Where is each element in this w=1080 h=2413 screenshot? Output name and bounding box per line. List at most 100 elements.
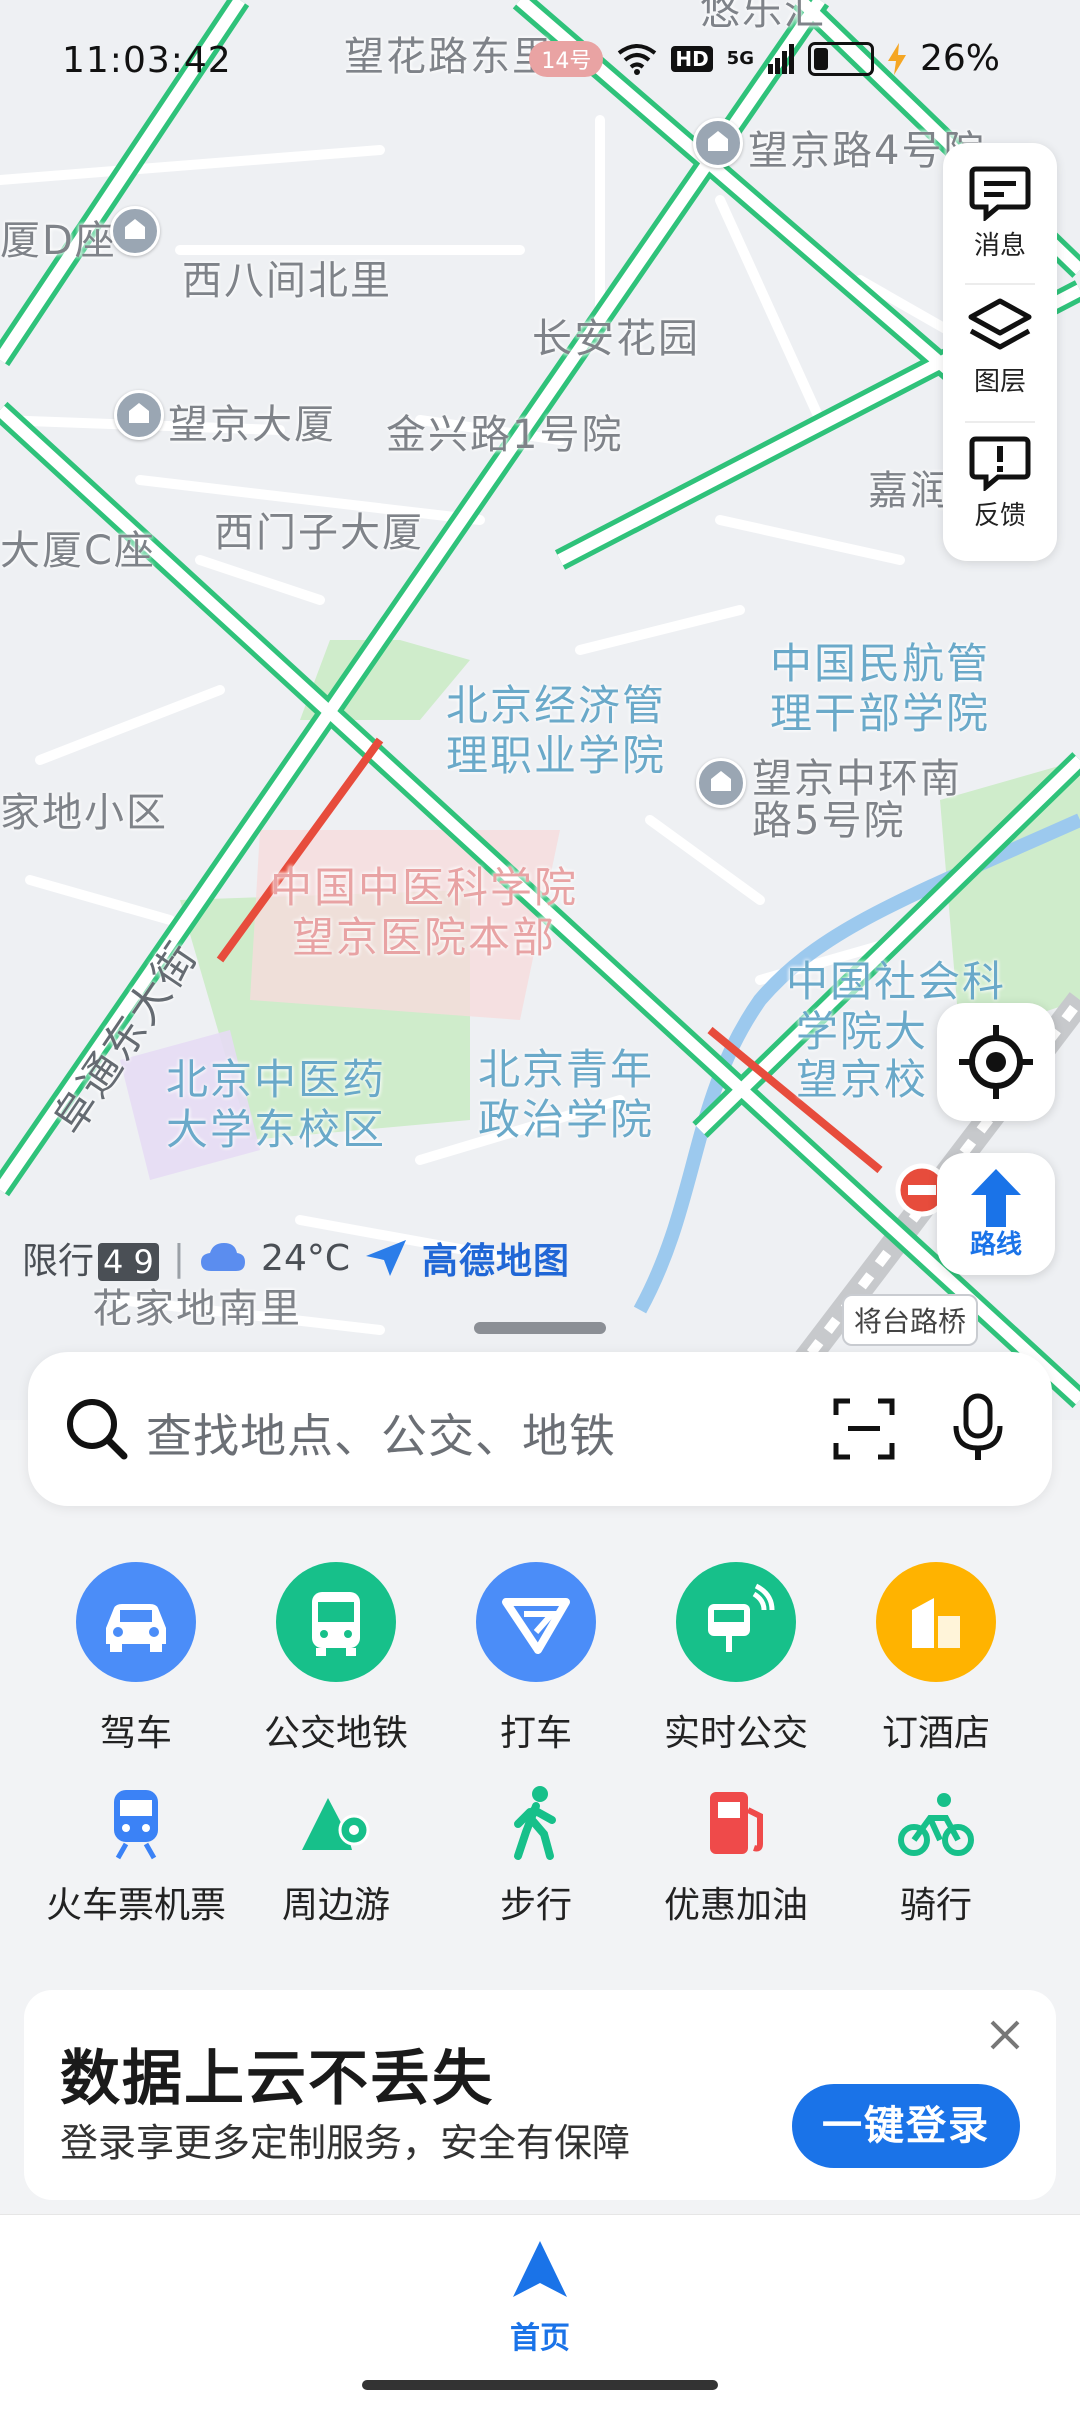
brand-logo: 高德地图 [422, 1241, 571, 1282]
messages-button[interactable]: 消息 [943, 165, 1057, 262]
quick-action-bus-subway[interactable]: 公交地铁 [236, 1562, 436, 1756]
map-label: 长安花园 [532, 316, 700, 362]
quick-action-walk[interactable]: 步行 [436, 1784, 636, 1928]
messages-label: 消息 [973, 231, 1026, 261]
status-time: 11:03:42 [62, 40, 232, 81]
quick-action-label: 打车 [499, 1713, 572, 1754]
signal-label: 5G [726, 48, 754, 69]
battery-percent: 26% [919, 38, 1000, 79]
map-label: 西八间北里 [182, 258, 392, 304]
quick-action-fuel[interactable]: 优惠加油 [636, 1784, 836, 1928]
route-button[interactable]: 路线 [937, 1153, 1055, 1275]
search-bar[interactable]: 查找地点、公交、地铁 [28, 1352, 1052, 1506]
quick-action-label: 步行 [499, 1885, 572, 1926]
message-icon [969, 166, 1031, 221]
divider: | [172, 1237, 186, 1279]
close-icon[interactable] [982, 2012, 1028, 2058]
map-label: 大学东校区 [166, 1105, 387, 1154]
navigation-arrow-icon [513, 2241, 567, 2297]
quick-action-label: 优惠加油 [663, 1885, 808, 1926]
map-label: 金兴路1号院 [386, 412, 624, 458]
map-label: 望京大厦 [168, 402, 336, 448]
restriction-label: 限行 [22, 1241, 95, 1282]
feedback-button[interactable]: 反馈 [943, 435, 1057, 532]
restriction-numbers: 4 9 [98, 1243, 159, 1281]
signal-bars-icon [767, 43, 794, 74]
hotel-icon [876, 1562, 996, 1682]
quick-action-label: 实时公交 [663, 1713, 808, 1754]
tab-home[interactable]: 首页 [500, 2237, 580, 2357]
layers-icon [968, 298, 1032, 350]
search-placeholder: 查找地点、公交、地铁 [146, 1409, 616, 1463]
locate-icon [959, 1025, 1033, 1099]
login-card-title: 数据上云不丢失 [60, 2044, 494, 2114]
feedback-label: 反馈 [973, 501, 1026, 531]
status-bar: 11:03:42 14号 HD 5G 26% [0, 0, 1080, 110]
poi-pin-icon[interactable] [693, 118, 743, 168]
temperature: 24°C [261, 1237, 350, 1279]
gesture-bar[interactable] [362, 2380, 718, 2390]
map-label: 西门子大厦 [214, 510, 424, 556]
drag-handle[interactable] [474, 1322, 606, 1334]
fuel-icon [696, 1784, 776, 1864]
restriction-info[interactable]: 限行 4 9 [22, 1232, 159, 1284]
login-card-subtitle: 登录享更多定制服务，安全有保障 [60, 2121, 631, 2165]
map-label: 政治学院 [478, 1095, 655, 1144]
map-view[interactable]: 望花路东里 悠乐汇 望京路4号院 厦D座 西八间北里 长安花园 望京大厦 金兴路… [0, 0, 1080, 1420]
scan-icon[interactable] [832, 1397, 896, 1461]
poi-pin-icon[interactable] [110, 206, 160, 256]
hd-icon: HD [671, 45, 713, 72]
map-label: 理干部学院 [770, 689, 991, 738]
map-label: 家地小区 [0, 790, 168, 836]
locate-button[interactable] [937, 1003, 1055, 1121]
map-info-bar: 限行 4 9 | 24°C 高德地图 [22, 1232, 570, 1284]
nearby-travel-icon [296, 1784, 376, 1864]
network-badge: 14号 [529, 40, 604, 77]
road-name-chip: 将台路桥 [842, 1294, 979, 1346]
bus-icon [276, 1562, 396, 1682]
battery-icon [807, 41, 874, 76]
quick-action-bike[interactable]: 骑行 [836, 1784, 1036, 1928]
map-label: 嘉润 [868, 468, 952, 514]
cloud-icon [201, 1243, 246, 1271]
quick-action-label: 订酒店 [881, 1713, 990, 1754]
quick-action-train-flight[interactable]: 火车票机票 [36, 1784, 236, 1928]
walk-icon [496, 1784, 576, 1864]
quick-action-label: 公交地铁 [263, 1713, 408, 1754]
login-promo-card: 数据上云不丢失 登录享更多定制服务，安全有保障 一键登录 [24, 1990, 1056, 2200]
map-label: 厦D座 [0, 218, 117, 264]
quick-action-label: 骑行 [899, 1885, 972, 1926]
taxi-icon [476, 1562, 596, 1682]
poi-pin-icon[interactable] [696, 758, 746, 808]
train-icon [96, 1784, 176, 1864]
microphone-icon[interactable] [950, 1392, 1006, 1464]
quick-action-hotel[interactable]: 订酒店 [836, 1562, 1036, 1756]
map-label: 望京医院本部 [292, 913, 557, 962]
map-label: 望京校 [796, 1055, 929, 1104]
bike-icon [896, 1784, 976, 1864]
quick-action-nearby-travel[interactable]: 周边游 [236, 1784, 436, 1928]
quick-action-label: 火车票机票 [45, 1885, 226, 1926]
one-click-login-button[interactable]: 一键登录 [792, 2084, 1020, 2168]
amap-logo-icon [366, 1240, 406, 1276]
layers-button[interactable]: 图层 [943, 297, 1057, 398]
map-label: 大厦C座 [0, 528, 156, 574]
quick-action-taxi[interactable]: 打车 [436, 1562, 636, 1756]
quick-action-realtime-bus[interactable]: 实时公交 [636, 1562, 836, 1756]
quick-action-drive[interactable]: 驾车 [36, 1562, 236, 1756]
map-label: 理职业学院 [446, 731, 667, 780]
realtime-bus-icon [676, 1562, 796, 1682]
quick-action-label: 周边游 [281, 1885, 390, 1926]
charging-icon [887, 42, 906, 75]
quick-action-label: 驾车 [99, 1713, 172, 1754]
poi-pin-icon[interactable] [114, 390, 164, 440]
search-icon [67, 1399, 128, 1460]
car-icon [76, 1562, 196, 1682]
route-label: 路线 [969, 1230, 1022, 1260]
tab-home-label: 首页 [510, 2321, 570, 2356]
feedback-icon [969, 436, 1031, 491]
layers-label: 图层 [973, 367, 1026, 397]
map-tools-panel: 消息 图层 反馈 [943, 143, 1057, 561]
wifi-icon [618, 43, 657, 75]
map-label: 花家地南里 [92, 1286, 302, 1332]
